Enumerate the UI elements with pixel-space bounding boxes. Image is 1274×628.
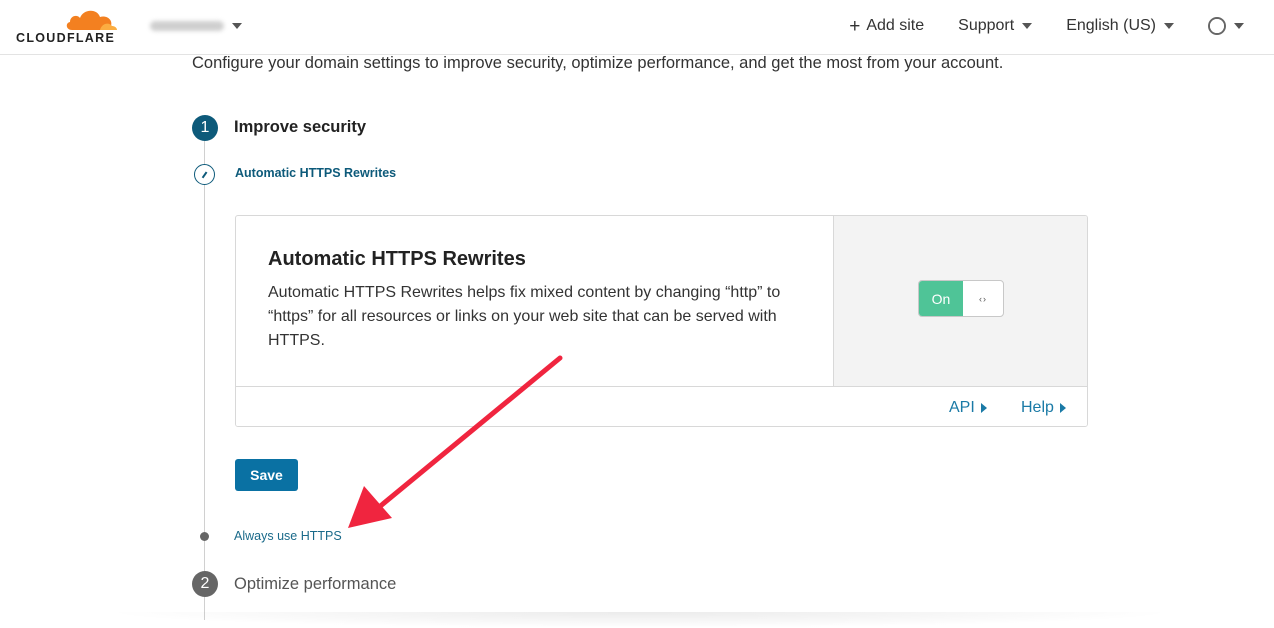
language-menu[interactable]: English (US)	[1066, 17, 1174, 35]
top-navigation-bar: CLOUDFLARE + Add site Support English (U…	[0, 0, 1274, 55]
substep-automatic-https-rewrites[interactable]: Automatic HTTPS Rewrites	[235, 166, 396, 180]
timeline-line	[204, 140, 205, 620]
substep-always-use-https[interactable]: Always use HTTPS	[234, 529, 342, 543]
https-rewrites-toggle[interactable]: On ‹›	[918, 280, 1004, 317]
step-number-1: 1	[192, 115, 218, 141]
add-site-button[interactable]: + Add site	[849, 17, 924, 36]
setting-card-description: Automatic HTTPS Rewrites helps fix mixed…	[268, 284, 781, 349]
setting-card-control-panel: On ‹›	[833, 216, 1087, 386]
substep-dot	[200, 532, 209, 541]
pencil-icon	[194, 164, 215, 185]
header-actions: + Add site Support English (US)	[815, 14, 1244, 38]
help-link-label: Help	[1021, 399, 1054, 416]
add-site-label: Add site	[866, 17, 925, 34]
plus-icon: +	[849, 15, 861, 37]
cloudflare-logo[interactable]: CLOUDFLARE	[14, 6, 124, 46]
bottom-shadow	[100, 612, 1180, 628]
logo-wordmark: CLOUDFLARE	[16, 31, 116, 45]
setting-card-automatic-https-rewrites: Automatic HTTPS Rewrites Automatic HTTPS…	[235, 215, 1088, 427]
drag-handle-icon: ‹›	[979, 293, 987, 304]
user-avatar-icon	[1208, 17, 1226, 35]
toggle-on-label: On	[919, 281, 963, 316]
caret-right-icon	[1059, 403, 1066, 413]
caret-right-icon	[980, 403, 987, 413]
support-label: Support	[958, 17, 1015, 34]
account-name-redacted	[150, 21, 224, 31]
step-title-improve-security: Improve security	[234, 118, 367, 136]
api-link[interactable]: API	[949, 399, 987, 417]
account-selector[interactable]	[150, 16, 242, 36]
setting-card-title: Automatic HTTPS Rewrites	[268, 248, 526, 270]
setting-card-body: Automatic HTTPS Rewrites Automatic HTTPS…	[236, 216, 833, 386]
save-button[interactable]: Save	[235, 459, 298, 491]
support-menu[interactable]: Support	[958, 17, 1033, 35]
chevron-down-icon	[1234, 23, 1244, 29]
api-link-label: API	[949, 399, 975, 416]
setting-card-footer: API Help	[236, 386, 1087, 426]
cloud-icon	[66, 10, 117, 30]
language-label: English (US)	[1066, 17, 1156, 34]
step-title-optimize-performance[interactable]: Optimize performance	[234, 575, 396, 594]
step-number-2: 2	[192, 571, 218, 597]
chevron-down-icon	[1164, 23, 1174, 29]
chevron-down-icon	[232, 23, 242, 29]
chevron-down-icon	[1022, 23, 1033, 29]
help-link[interactable]: Help	[1021, 399, 1066, 417]
page-intro-text: Configure your domain settings to improv…	[192, 54, 1004, 72]
user-menu[interactable]	[1208, 17, 1244, 35]
